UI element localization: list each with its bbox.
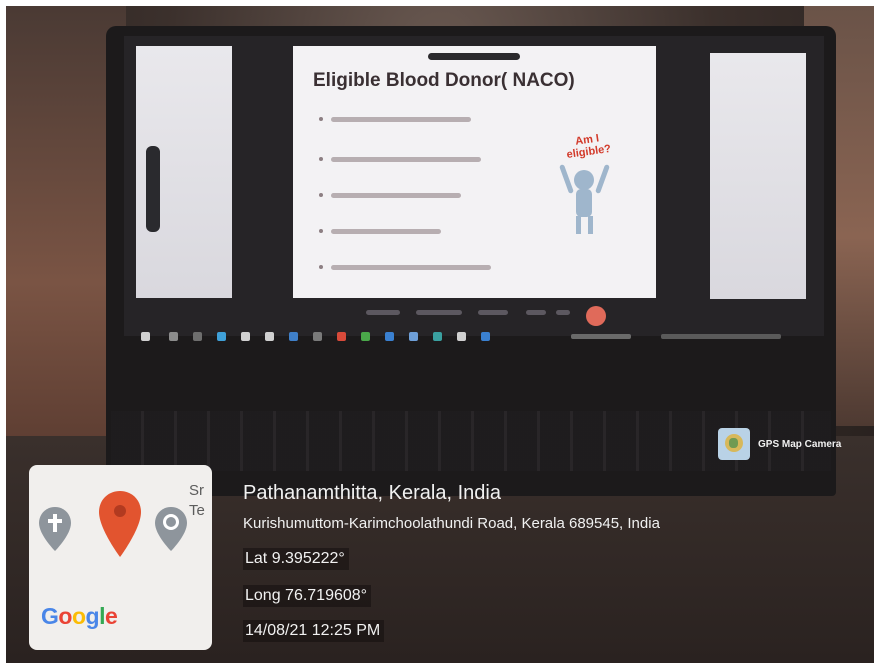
video-tile-shadow <box>146 146 160 232</box>
share-banner <box>428 53 520 60</box>
slide-bullet <box>319 156 519 163</box>
gps-map-camera-badge: GPS Map Camera <box>718 428 841 460</box>
slide-title: Eligible Blood Donor( NACO) <box>313 70 575 91</box>
google-letter: e <box>104 603 118 629</box>
google-letter: o <box>58 603 72 629</box>
slide-bullet <box>319 116 519 123</box>
church-pin-icon <box>39 507 71 551</box>
slide-bullet <box>319 264 519 271</box>
place-pin-icon <box>155 507 187 551</box>
map-pin-icon <box>99 491 141 557</box>
figure-caption: Am I eligible? <box>565 132 612 161</box>
google-letter: g <box>85 603 100 629</box>
google-letter: o <box>71 603 86 629</box>
video-tile-right <box>710 53 806 299</box>
timestamp: 14/08/21 12:25 PM <box>243 620 385 642</box>
google-letter: G <box>41 603 59 629</box>
presentation-slide: Eligible Blood Donor( NACO) Am I eligibl… <box>293 46 656 298</box>
meeting-controls <box>356 306 616 326</box>
eligibility-figure: Am I eligible? <box>559 132 612 234</box>
google-logo: Google <box>41 603 118 630</box>
badge-label: GPS Map Camera <box>758 438 842 450</box>
video-tile-left <box>136 46 232 298</box>
globe-icon <box>718 428 750 460</box>
location-city: Pathanamthitta, Kerala, India <box>243 482 501 504</box>
end-call-button <box>586 306 606 326</box>
location-address: Kurishumuttom-Karimchoolathundi Road, Ke… <box>243 515 660 532</box>
longitude: Long 76.719608° <box>243 585 372 607</box>
taskbar <box>141 330 811 344</box>
map-thumbnail: Sr Te Google <box>29 465 212 650</box>
map-label-partial: Sr Te <box>189 482 205 519</box>
latitude: Lat 9.395222° <box>243 548 349 570</box>
slide-bullet <box>319 228 519 235</box>
slide-bullet <box>319 192 519 199</box>
